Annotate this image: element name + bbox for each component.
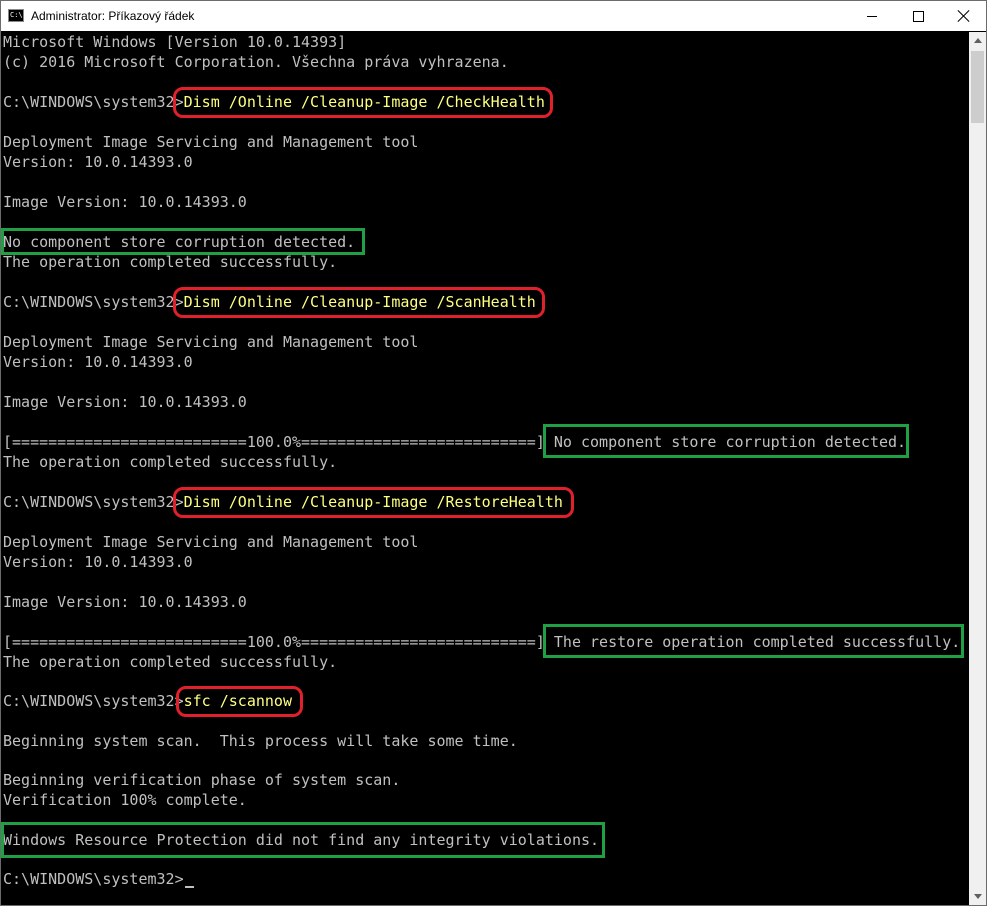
arrow-up-icon <box>973 38 982 43</box>
prompt: C:\WINDOWS\system32> <box>3 293 184 311</box>
prompt: C:\WINDOWS\system32> <box>3 493 184 511</box>
maximize-icon <box>912 10 924 22</box>
prompt: C:\WINDOWS\system32> <box>3 870 184 888</box>
prompt: C:\WINDOWS\system32> <box>3 93 184 111</box>
command-line: C:\WINDOWS\system32> <box>3 869 194 889</box>
console-line: Beginning system scan. This process will… <box>3 732 518 750</box>
console-line: Image Version: 10.0.14393.0 <box>3 393 247 411</box>
console-line: Image Version: 10.0.14393.0 <box>3 193 247 211</box>
arrow-down-icon <box>973 894 982 899</box>
prompt: C:\WINDOWS\system32> <box>3 692 184 710</box>
minimize-button[interactable] <box>849 1 895 31</box>
scroll-down-button[interactable] <box>969 888 986 905</box>
console-line: Verification 100% complete. <box>3 791 247 809</box>
maximize-button[interactable] <box>895 1 941 31</box>
text-cursor <box>184 886 194 888</box>
command-highlight <box>173 487 574 518</box>
progress-bar: [==========================100.0%=======… <box>3 433 545 451</box>
result-highlight <box>1 822 605 858</box>
console-line: The operation completed successfully. <box>3 653 338 671</box>
console-line: (c) 2016 Microsoft Corporation. Všechna … <box>3 53 509 71</box>
vertical-scrollbar[interactable] <box>969 32 986 905</box>
console-line: Version: 10.0.14393.0 <box>3 153 193 171</box>
console-line: The operation completed successfully. <box>3 453 338 471</box>
console-line: Microsoft Windows [Version 10.0.14393] <box>3 33 347 51</box>
console-line: Version: 10.0.14393.0 <box>3 553 193 571</box>
scroll-up-button[interactable] <box>969 32 986 49</box>
minimize-icon <box>867 15 877 17</box>
result-highlight <box>1 228 365 255</box>
console-line: Deployment Image Servicing and Managemen… <box>3 133 419 151</box>
command-highlight <box>173 287 545 318</box>
console-line: Image Version: 10.0.14393.0 <box>3 593 247 611</box>
console-line: Deployment Image Servicing and Managemen… <box>3 333 419 351</box>
cmd-window: C:\ Administrator: Příkazový řádek Micro… <box>0 0 987 906</box>
console-line: Deployment Image Servicing and Managemen… <box>3 533 419 551</box>
close-icon <box>958 10 970 22</box>
console-line: The operation completed successfully. <box>3 253 338 271</box>
console-line: Beginning verification phase of system s… <box>3 771 401 789</box>
scroll-thumb[interactable] <box>971 51 984 123</box>
command-highlight <box>176 686 303 717</box>
progress-bar: [==========================100.0%=======… <box>3 633 545 651</box>
console-line: Version: 10.0.14393.0 <box>3 353 193 371</box>
result-highlight <box>543 624 964 658</box>
window-title: Administrator: Příkazový řádek <box>31 9 195 23</box>
cmd-app-icon: C:\ <box>8 9 24 22</box>
console-output[interactable]: Microsoft Windows [Version 10.0.14393] (… <box>1 32 969 905</box>
command-highlight <box>173 87 553 118</box>
close-button[interactable] <box>941 1 986 31</box>
title-bar[interactable]: C:\ Administrator: Příkazový řádek <box>1 1 986 31</box>
result-highlight <box>543 424 909 458</box>
